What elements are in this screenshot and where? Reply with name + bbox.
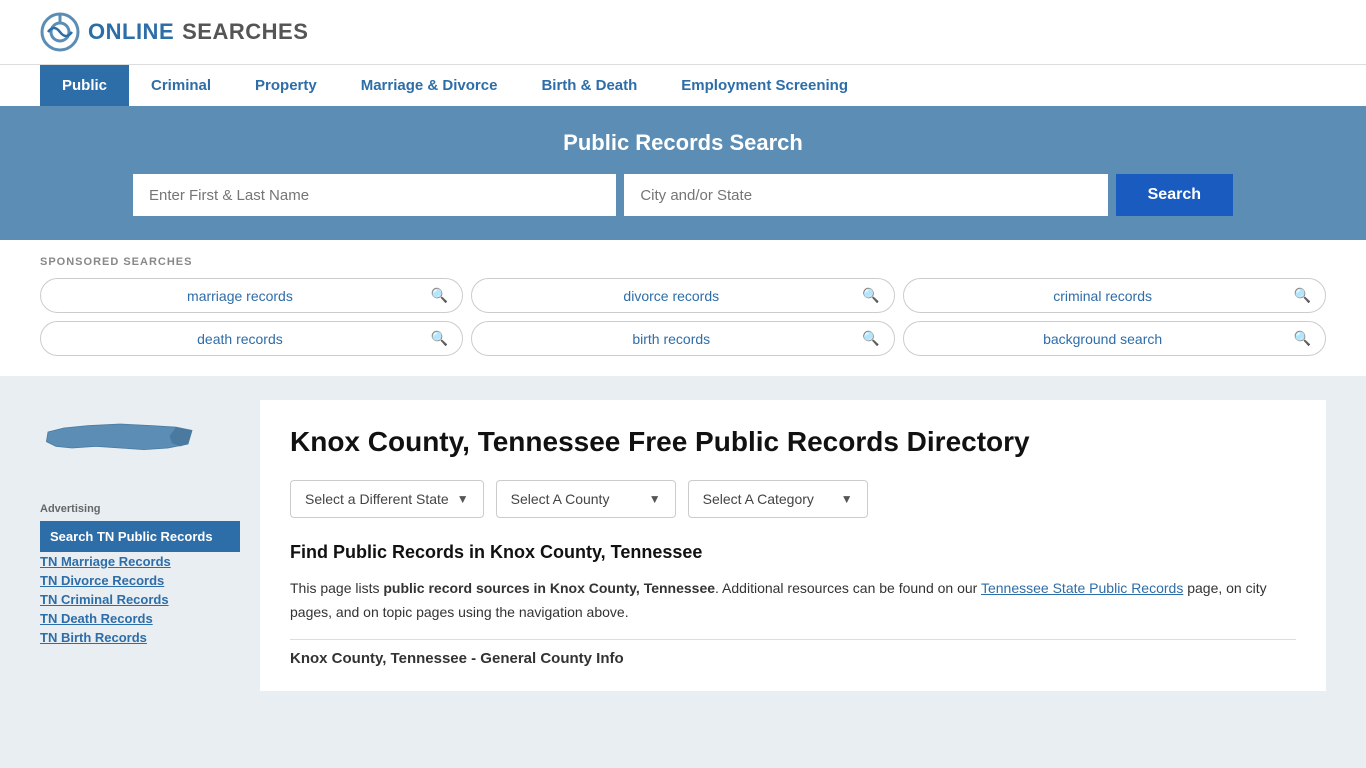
state-dropdown-arrow: ▼ xyxy=(457,492,469,506)
desc-bold: public record sources in Knox County, Te… xyxy=(383,580,715,596)
main-content: Advertising Search TN Public Records TN … xyxy=(0,376,1366,715)
tn-map xyxy=(40,400,240,483)
page-title: Knox County, Tennessee Free Public Recor… xyxy=(290,424,1296,460)
state-dropdown-label: Select a Different State xyxy=(305,491,449,507)
county-general-heading: Knox County, Tennessee - General County … xyxy=(290,650,1296,667)
nav-item-public[interactable]: Public xyxy=(40,65,129,106)
nav-item-employment[interactable]: Employment Screening xyxy=(659,65,870,106)
search-fields: Search xyxy=(133,174,1233,216)
sponsored-tag-birth[interactable]: birth records 🔍 xyxy=(471,321,894,356)
desc-intro: This page lists xyxy=(290,580,383,596)
sidebar-link-death[interactable]: TN Death Records xyxy=(40,611,240,626)
search-icon-birth: 🔍 xyxy=(862,330,879,347)
site-header: ONLINE SEARCHES xyxy=(0,0,1366,64)
county-dropdown-arrow: ▼ xyxy=(649,492,661,506)
search-button[interactable]: Search xyxy=(1116,174,1233,216)
tn-records-link[interactable]: Tennessee State Public Records xyxy=(981,580,1183,596)
sidebar-ad-highlight[interactable]: Search TN Public Records xyxy=(40,521,240,552)
county-dropdown[interactable]: Select A County ▼ xyxy=(496,480,676,518)
logo-text-online: ONLINE xyxy=(88,19,174,45)
sponsored-label: SPONSORED SEARCHES xyxy=(40,256,1326,268)
section-divider xyxy=(290,639,1296,640)
sponsored-tag-marriage[interactable]: marriage records 🔍 xyxy=(40,278,463,313)
sponsored-section: SPONSORED SEARCHES marriage records 🔍 di… xyxy=(0,240,1366,376)
search-icon-death: 🔍 xyxy=(431,330,448,347)
sidebar-link-marriage[interactable]: TN Marriage Records xyxy=(40,554,240,569)
logo-text-searches: SEARCHES xyxy=(182,19,308,45)
content-area: Knox County, Tennessee Free Public Recor… xyxy=(260,400,1326,691)
logo-icon xyxy=(40,12,80,52)
nav-item-criminal[interactable]: Criminal xyxy=(129,65,233,106)
nav-item-birth-death[interactable]: Birth & Death xyxy=(519,65,659,106)
search-icon-marriage: 🔍 xyxy=(431,287,448,304)
logo[interactable]: ONLINE SEARCHES xyxy=(40,12,308,52)
sidebar: Advertising Search TN Public Records TN … xyxy=(40,400,240,691)
sidebar-link-birth[interactable]: TN Birth Records xyxy=(40,630,240,645)
main-nav: Public Criminal Property Marriage & Divo… xyxy=(0,64,1366,106)
category-dropdown-label: Select A Category xyxy=(703,491,814,507)
dropdown-row: Select a Different State ▼ Select A Coun… xyxy=(290,480,1296,518)
sponsored-tag-divorce[interactable]: divorce records 🔍 xyxy=(471,278,894,313)
sponsored-tag-criminal[interactable]: criminal records 🔍 xyxy=(903,278,1326,313)
search-icon-background: 🔍 xyxy=(1294,330,1311,347)
search-banner: Public Records Search Search xyxy=(0,106,1366,240)
sidebar-advertising-label: Advertising xyxy=(40,503,240,515)
tennessee-map-svg xyxy=(40,400,200,480)
category-dropdown[interactable]: Select A Category ▼ xyxy=(688,480,868,518)
sponsored-grid: marriage records 🔍 divorce records 🔍 cri… xyxy=(40,278,1326,356)
category-dropdown-arrow: ▼ xyxy=(841,492,853,506)
location-input[interactable] xyxy=(624,174,1107,216)
state-dropdown[interactable]: Select a Different State ▼ xyxy=(290,480,484,518)
sponsored-tag-background[interactable]: background search 🔍 xyxy=(903,321,1326,356)
description-text: This page lists public record sources in… xyxy=(290,577,1296,625)
sidebar-link-divorce[interactable]: TN Divorce Records xyxy=(40,573,240,588)
county-dropdown-label: Select A County xyxy=(511,491,610,507)
search-banner-title: Public Records Search xyxy=(40,130,1326,156)
nav-item-marriage-divorce[interactable]: Marriage & Divorce xyxy=(339,65,520,106)
section-heading: Find Public Records in Knox County, Tenn… xyxy=(290,542,1296,563)
search-icon-divorce: 🔍 xyxy=(862,287,879,304)
search-icon-criminal: 🔍 xyxy=(1294,287,1311,304)
name-input[interactable] xyxy=(133,174,616,216)
nav-item-property[interactable]: Property xyxy=(233,65,339,106)
sponsored-tag-death[interactable]: death records 🔍 xyxy=(40,321,463,356)
desc-end: . Additional resources can be found on o… xyxy=(715,580,981,596)
sidebar-link-criminal[interactable]: TN Criminal Records xyxy=(40,592,240,607)
